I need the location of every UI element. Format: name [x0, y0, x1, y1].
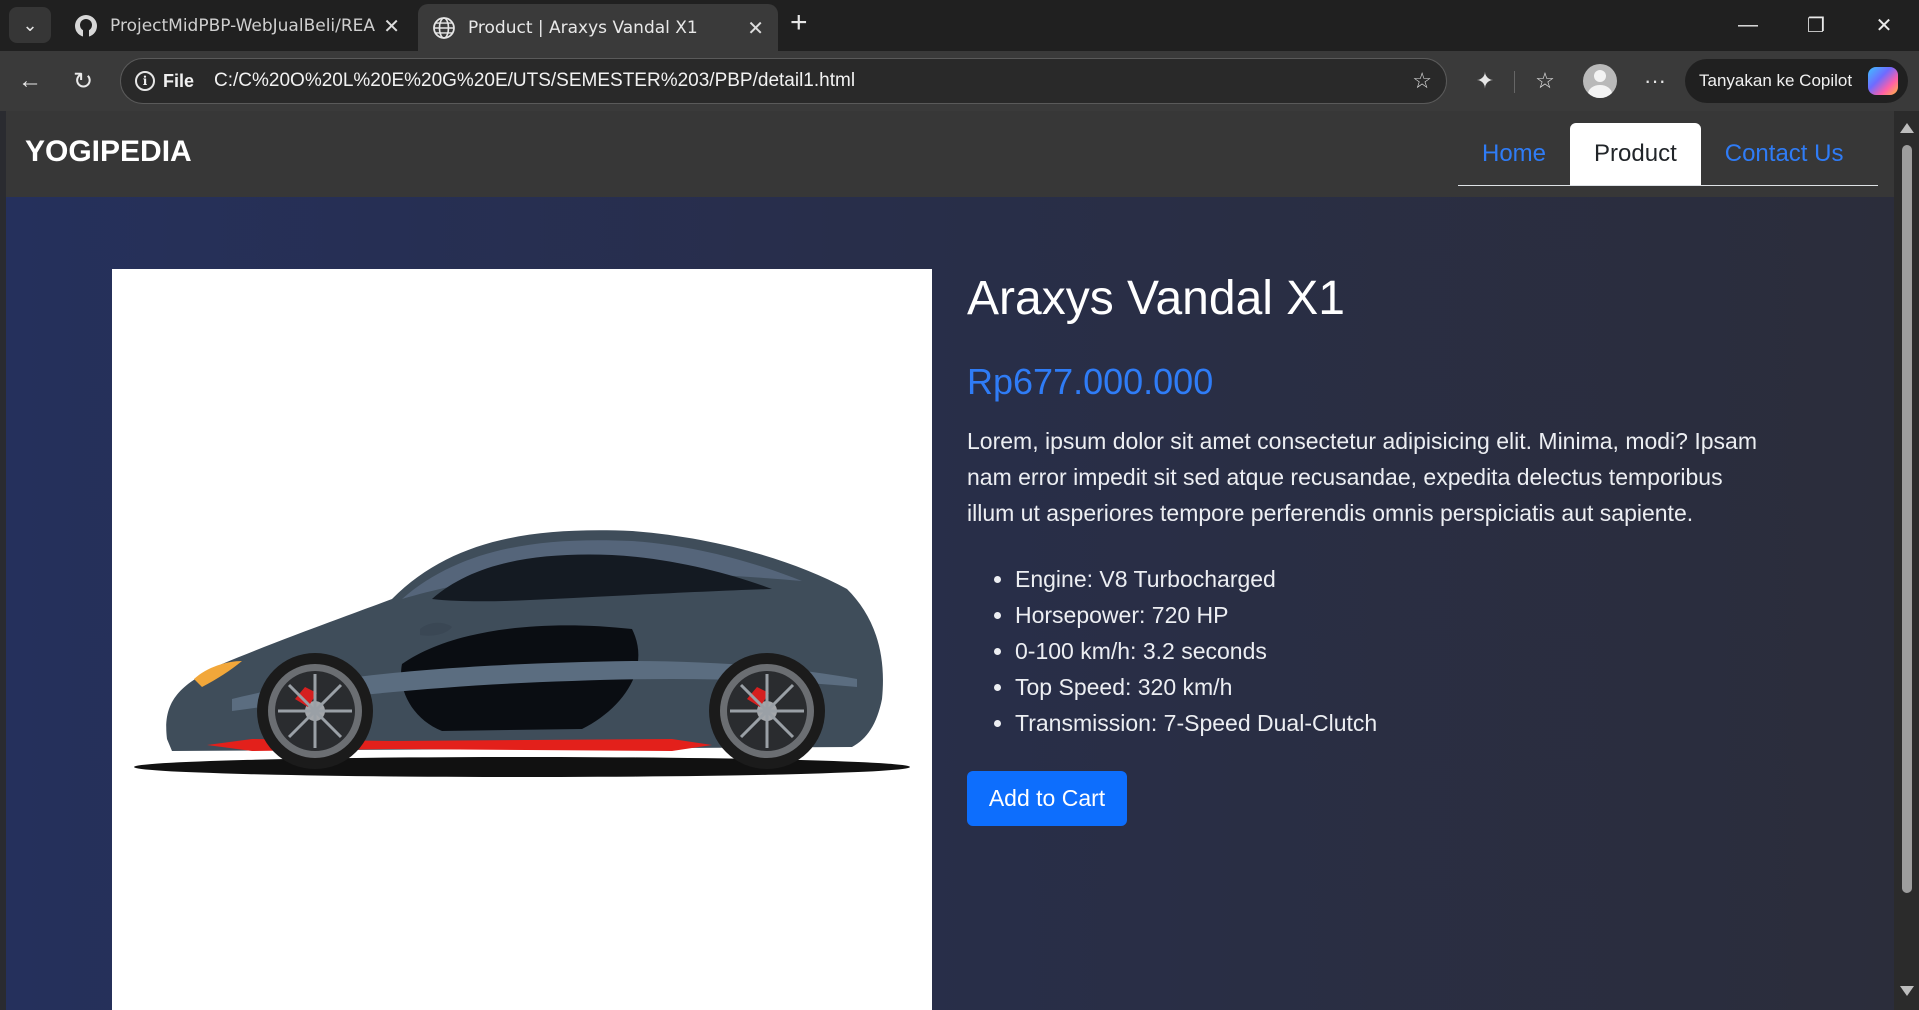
avatar: [1583, 64, 1617, 98]
star-icon[interactable]: ☆: [1412, 68, 1432, 94]
reload-icon[interactable]: ↻: [63, 61, 103, 101]
add-to-cart-button[interactable]: Add to Cart: [967, 771, 1127, 826]
browser-tab-github[interactable]: ProjectMidPBP-WebJualBeli/README ✕: [60, 0, 414, 51]
site-info-button[interactable]: i File: [135, 71, 194, 92]
car-illustration: [134, 530, 910, 777]
more-menu-icon[interactable]: ···: [1635, 61, 1675, 101]
brand-logo[interactable]: YOGIPEDIA: [25, 135, 192, 169]
favorites-icon[interactable]: ☆: [1525, 61, 1565, 101]
spec-item-horsepower: Horsepower: 720 HP: [1015, 597, 1377, 633]
info-icon: i: [135, 71, 155, 91]
spec-item-engine: Engine: V8 Turbocharged: [1015, 561, 1377, 597]
extensions-puzzle-icon[interactable]: ✦: [1465, 61, 1505, 101]
profile-button[interactable]: [1580, 61, 1620, 101]
toolbar-divider: [1514, 71, 1515, 93]
close-icon[interactable]: ✕: [747, 16, 764, 40]
copilot-button[interactable]: Tanyakan ke Copilot: [1685, 59, 1908, 103]
scroll-down-arrow-icon[interactable]: [1900, 986, 1914, 996]
tab-title: ProjectMidPBP-WebJualBeli/README: [110, 15, 375, 36]
github-icon: [75, 14, 97, 37]
product-image: [112, 269, 932, 1010]
copilot-label: Tanyakan ke Copilot: [1699, 71, 1853, 90]
nav-link-product[interactable]: Product: [1570, 123, 1701, 185]
chevron-down-icon: ⌄: [22, 14, 38, 35]
copilot-icon: [1868, 67, 1898, 95]
window-close-icon[interactable]: ✕: [1850, 0, 1918, 51]
globe-icon: [433, 16, 455, 39]
scheme-label: File: [163, 70, 195, 91]
nav-link-contact[interactable]: Contact Us: [1701, 123, 1868, 185]
product-specs: Engine: V8 Turbocharged Horsepower: 720 …: [967, 561, 1377, 741]
spec-item-transmission: Transmission: 7-Speed Dual-Clutch: [1015, 705, 1377, 741]
product-price: Rp677.000.000: [967, 361, 1214, 402]
restore-icon[interactable]: ❐: [1782, 0, 1850, 51]
address-bar[interactable]: i File C:/C%20O%20L%20E%20G%20E/UTS/SEME…: [120, 58, 1447, 104]
back-arrow-icon[interactable]: ←: [10, 61, 50, 101]
product-description: Lorem, ipsum dolor sit amet consectetur …: [967, 428, 1757, 526]
close-icon[interactable]: ✕: [383, 14, 400, 38]
tab-list-button[interactable]: ⌄: [9, 7, 51, 43]
tab-title: Product | Araxys Vandal X1: [467, 17, 698, 38]
browser-tab-product[interactable]: Product | Araxys Vandal X1 ✕: [418, 4, 778, 51]
product-section: Araxys Vandal X1 Rp677.000.000 Lorem, ip…: [6, 197, 1894, 1010]
minimize-icon[interactable]: —: [1714, 0, 1782, 51]
page-scrollbar[interactable]: [1894, 111, 1919, 1010]
product-title: Araxys Vandal X1: [967, 272, 1345, 325]
nav-tabs: Home Product Contact Us: [1458, 123, 1878, 186]
scroll-thumb[interactable]: [1902, 145, 1912, 893]
spec-item-top-speed: Top Speed: 320 km/h: [1015, 669, 1377, 705]
site-navbar: YOGIPEDIA Home Product Contact Us: [6, 111, 1894, 197]
page-viewport: YOGIPEDIA Home Product Contact Us Araxys…: [0, 111, 1919, 1010]
spec-item-acceleration: 0-100 km/h: 3.2 seconds: [1015, 633, 1377, 669]
scroll-up-arrow-icon[interactable]: [1900, 123, 1914, 133]
new-tab-plus-icon[interactable]: +: [790, 6, 808, 40]
nav-link-home[interactable]: Home: [1458, 123, 1570, 185]
browser-toolbar: ← ↻ i File C:/C%20O%20L%20E%20G%20E/UTS/…: [0, 51, 1919, 111]
address-url[interactable]: C:/C%20O%20L%20E%20G%20E/UTS/SEMESTER%20…: [214, 70, 855, 92]
browser-tabstrip: ⌄ ProjectMidPBP-WebJualBeli/README ✕ Pro…: [0, 0, 1919, 51]
